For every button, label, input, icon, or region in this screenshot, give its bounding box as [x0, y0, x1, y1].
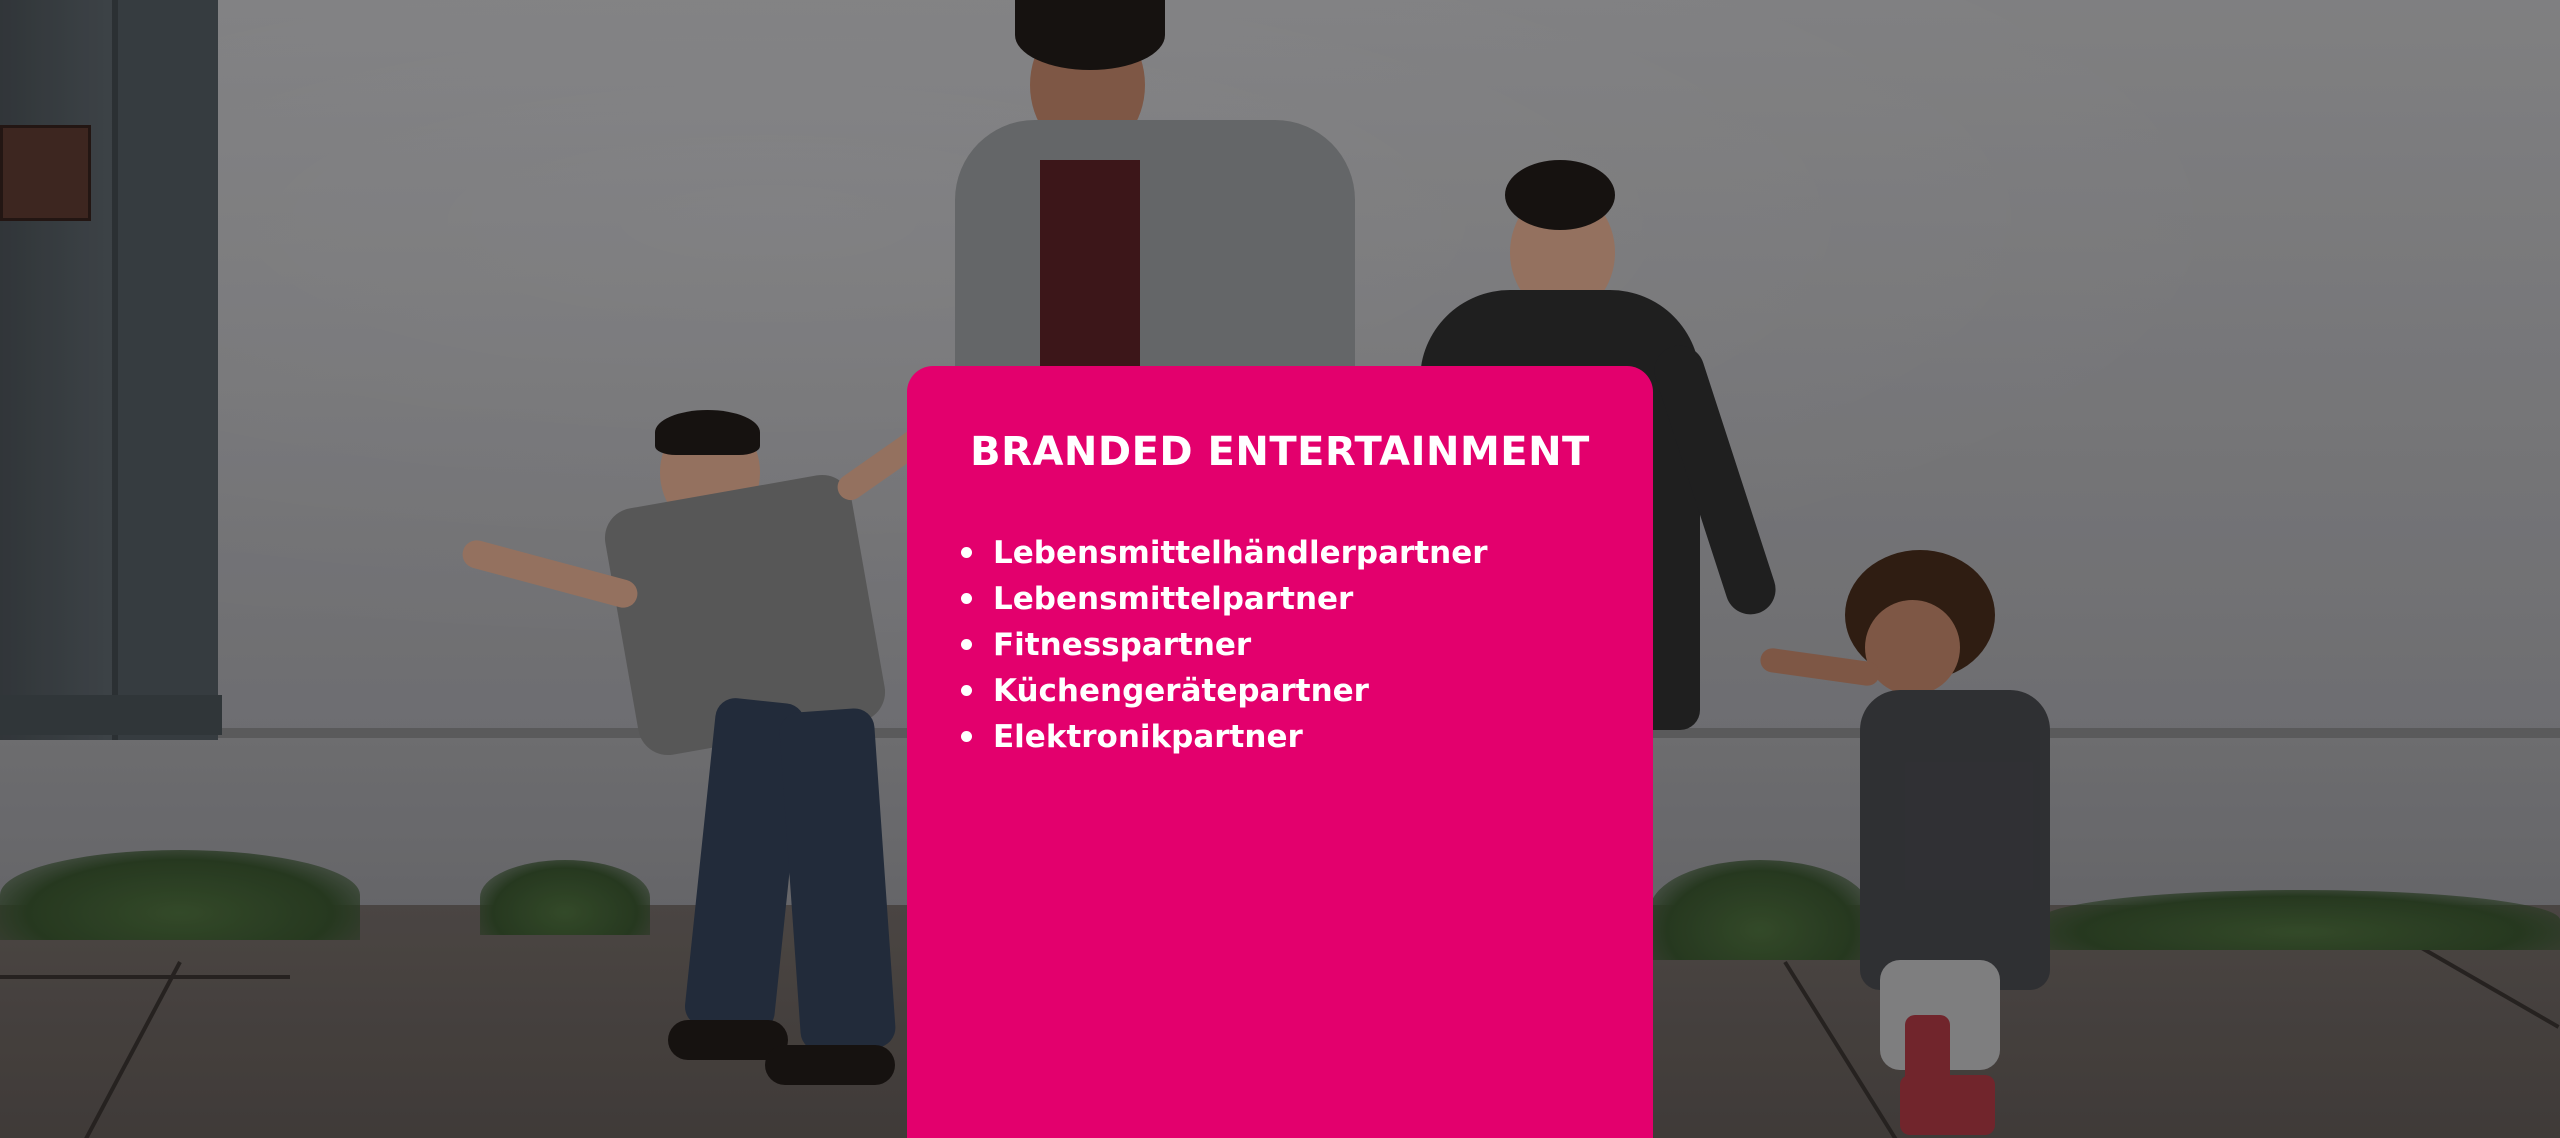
slide: BRANDED ENTERTAINMENT Lebensmittelhändle… [0, 0, 2560, 1138]
list-item: Küchengerätepartner [957, 668, 1603, 714]
list-item: Fitnesspartner [957, 622, 1603, 668]
list-item-label: Küchengerätepartner [993, 673, 1369, 709]
list-item: Elektronikpartner [957, 714, 1603, 760]
list-item-label: Elektronikpartner [993, 719, 1303, 755]
bullet-icon [961, 593, 972, 604]
list-item-label: Fitnesspartner [993, 627, 1252, 663]
bullet-icon [961, 731, 972, 742]
partner-list: Lebensmittelhändlerpartner Lebensmittelp… [957, 530, 1603, 760]
bullet-icon [961, 685, 972, 696]
bullet-icon [961, 639, 972, 650]
list-item-label: Lebensmittelpartner [993, 581, 1354, 617]
bullet-icon [961, 547, 972, 558]
card-title: BRANDED ENTERTAINMENT [970, 429, 1590, 475]
list-item: Lebensmittelpartner [957, 576, 1603, 622]
list-item: Lebensmittelhändlerpartner [957, 530, 1603, 576]
list-item-label: Lebensmittelhändlerpartner [993, 535, 1488, 571]
content-card: BRANDED ENTERTAINMENT Lebensmittelhändle… [907, 366, 1653, 1138]
